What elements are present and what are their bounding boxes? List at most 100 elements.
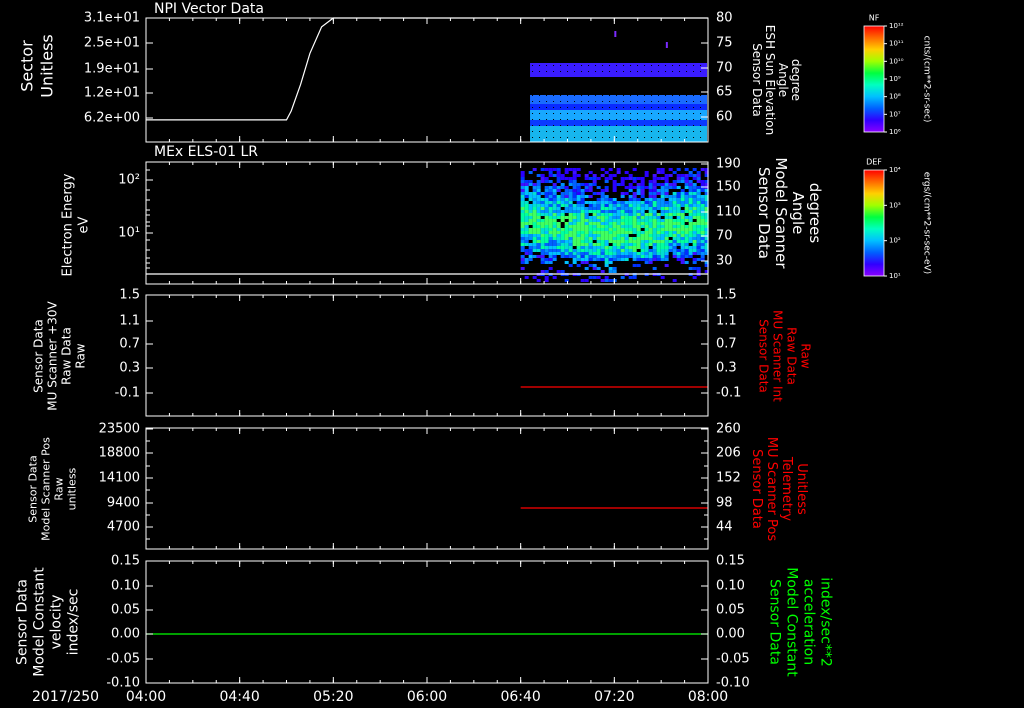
spectrogram-cell xyxy=(552,225,557,228)
heatmap-cell-gap xyxy=(672,125,674,126)
spectrogram-cell xyxy=(552,228,557,231)
spectrogram-cell xyxy=(696,210,701,213)
spectrogram-cell xyxy=(524,228,529,231)
spectrogram-cell xyxy=(524,249,529,252)
spectrogram-cell xyxy=(600,216,605,219)
spectrogram-cell xyxy=(692,249,697,252)
heatmap-cell-gap xyxy=(700,119,702,120)
spectrogram-cell xyxy=(576,228,581,231)
heatmap-cell-gap xyxy=(588,95,590,96)
spectrogram-cell xyxy=(648,252,653,255)
spectrogram-cell xyxy=(632,216,637,219)
spectrogram-cell xyxy=(604,186,609,189)
spectrogram-cell xyxy=(616,249,621,252)
spectrogram-cell xyxy=(552,195,557,198)
spectrogram-cell xyxy=(572,222,577,225)
spectrogram-cell xyxy=(600,279,605,282)
heatmap-cell-gap xyxy=(588,77,590,78)
spectrogram-cell xyxy=(692,195,697,198)
heatmap-cell-gap xyxy=(679,131,681,132)
spectrogram-cell xyxy=(612,246,617,249)
spectrogram-cell xyxy=(592,225,597,228)
spectrogram-cell xyxy=(540,258,545,261)
heatmap-cell-gap xyxy=(665,101,667,102)
heatmap-cell-gap xyxy=(658,101,660,102)
spectrogram-cell xyxy=(628,174,633,177)
spectrogram-cell xyxy=(520,198,525,201)
nf-colorbar-tick-label: 10¹² xyxy=(889,22,904,30)
spectrogram-cell xyxy=(660,198,665,201)
spectrogram-cell xyxy=(628,231,633,234)
panel-3-ylabel-line: Sensor Data xyxy=(32,319,46,393)
spectrogram-cell xyxy=(620,249,625,252)
spectrogram-cell xyxy=(520,195,525,198)
spectrogram-cell xyxy=(680,195,685,198)
spectrogram-cell xyxy=(584,177,589,180)
spectrogram-cell xyxy=(560,210,565,213)
time-tick-label: 05:20 xyxy=(313,689,353,705)
spectrogram-cell xyxy=(644,213,649,216)
spectrogram-cell xyxy=(616,240,621,243)
spectrogram-cell xyxy=(620,213,625,216)
spectrogram-cell xyxy=(576,243,581,246)
spectrogram-cell xyxy=(636,213,641,216)
spectrogram-cell xyxy=(564,234,569,237)
heatmap-cell-gap xyxy=(602,83,604,84)
spectrogram-cell xyxy=(628,237,633,240)
spectrogram-cell xyxy=(572,237,577,240)
spectrogram-cell xyxy=(696,195,701,198)
spectrogram-cell xyxy=(668,249,673,252)
spectrogram-cell xyxy=(636,252,641,255)
spectrogram-cell xyxy=(628,219,633,222)
spectrogram-cell xyxy=(628,249,633,252)
spectrogram-cell xyxy=(588,189,593,192)
spectrogram-cell xyxy=(548,222,553,225)
spectrogram-cell xyxy=(524,216,529,219)
heatmap-cell-gap xyxy=(581,125,583,126)
spectrogram-cell xyxy=(552,231,557,234)
spectrogram-cell xyxy=(664,222,669,225)
spectrogram-cell xyxy=(544,219,549,222)
spectrogram-cell xyxy=(684,243,689,246)
spectrogram-cell xyxy=(648,237,653,240)
spectrogram-cell xyxy=(524,258,529,261)
heatmap-cell-gap xyxy=(546,65,548,66)
spectrogram-cell xyxy=(644,201,649,204)
spectrogram-cell xyxy=(652,174,657,177)
spectrogram-cell xyxy=(520,222,525,225)
spectrogram-cell xyxy=(664,264,669,267)
heatmap-cell-gap xyxy=(567,125,569,126)
spectrogram-cell xyxy=(552,186,557,189)
heatmap-cell-gap xyxy=(630,131,632,132)
panel-3-y2label-line: Raw xyxy=(799,343,813,368)
spectrogram-cell xyxy=(536,213,541,216)
spectrogram-cell xyxy=(604,180,609,183)
spectrogram-cell xyxy=(560,255,565,258)
spectrogram-cell xyxy=(608,249,613,252)
heatmap-cell-gap xyxy=(532,95,534,96)
spectrogram-cell xyxy=(644,234,649,237)
spectrogram-cell xyxy=(672,180,677,183)
spectrogram-cell xyxy=(628,216,633,219)
heatmap-cell-gap xyxy=(539,101,541,102)
spectrogram-cell xyxy=(520,180,525,183)
spectrogram-cell xyxy=(568,234,573,237)
spectrogram-cell xyxy=(608,267,613,270)
spectrogram-cell xyxy=(676,195,681,198)
spectrogram-cell xyxy=(664,207,669,210)
spectrogram-cell xyxy=(520,249,525,252)
y2-tick-label: -0.05 xyxy=(716,652,750,667)
spectrogram-cell xyxy=(700,216,705,219)
heatmap-cell-gap xyxy=(672,65,674,66)
spectrogram-cell xyxy=(588,183,593,186)
spectrogram-cell xyxy=(556,222,561,225)
spectrogram-cell xyxy=(568,219,573,222)
heatmap-cell-gap xyxy=(686,95,688,96)
heatmap-cell-gap xyxy=(560,71,562,72)
spectrogram-cell xyxy=(528,219,533,222)
nf-colorbar-tick-label: 10⁹ xyxy=(889,75,901,83)
spectrogram-cell xyxy=(612,219,617,222)
spectrogram-cell xyxy=(636,237,641,240)
spectrogram-cell xyxy=(548,225,553,228)
spectrogram-cell xyxy=(684,195,689,198)
